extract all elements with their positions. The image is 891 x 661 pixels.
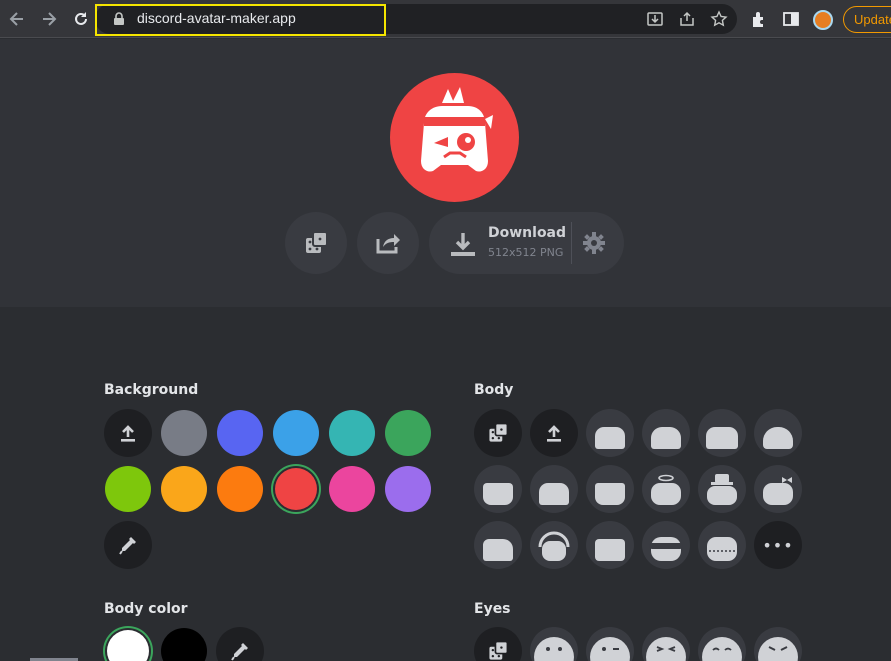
background-color-pink[interactable] (329, 466, 375, 512)
reload-icon[interactable] (71, 9, 91, 29)
share-button[interactable] (357, 212, 419, 274)
eyedropper-icon (119, 537, 136, 555)
background-color-green[interactable] (385, 410, 431, 456)
background-title: Background (104, 382, 199, 398)
dice-icon (306, 231, 328, 253)
randomize-button[interactable] (285, 212, 347, 274)
download-label: Download (488, 225, 567, 241)
body-option[interactable] (474, 521, 522, 569)
background-color-red-selected[interactable] (275, 468, 317, 510)
update-button[interactable]: Update (843, 6, 891, 33)
dice-icon (489, 640, 509, 660)
browser-toolbar: discord-avatar-maker.app Update (0, 0, 891, 38)
background-color-lime[interactable] (105, 466, 151, 512)
upload-icon (547, 425, 561, 442)
body-option-halo[interactable] (642, 465, 690, 513)
body-option[interactable] (698, 409, 746, 457)
background-color-picker-button[interactable] (104, 521, 152, 569)
dice-icon (489, 422, 509, 442)
body-option[interactable] (642, 409, 690, 457)
body-option[interactable] (586, 465, 634, 513)
avatar-preview-section: Download 512x512 PNG (0, 39, 891, 307)
download-separator (571, 222, 572, 264)
background-color-yellow[interactable] (161, 466, 207, 512)
background-color-gray[interactable] (161, 410, 207, 456)
back-icon[interactable] (7, 9, 27, 29)
background-color-blue[interactable] (273, 410, 319, 456)
star-icon[interactable] (710, 10, 728, 28)
avatar-preview (390, 73, 519, 202)
settings-gear-icon[interactable] (583, 232, 605, 254)
body-option[interactable] (586, 409, 634, 457)
install-icon[interactable] (646, 10, 664, 28)
background-upload-button[interactable] (104, 409, 152, 457)
avatar-face-icon (421, 87, 493, 172)
address-bar[interactable]: discord-avatar-maker.app (95, 4, 737, 34)
forward-icon[interactable] (39, 9, 59, 29)
body-color-picker-button[interactable] (216, 627, 264, 661)
app-root: discord-avatar-maker.app Update (0, 0, 891, 661)
body-option-headphones[interactable] (530, 521, 578, 569)
body-color-white-selected[interactable] (107, 630, 149, 661)
body-option[interactable] (474, 465, 522, 513)
share-icon[interactable] (678, 10, 696, 28)
body-color-title: Body color (104, 601, 188, 617)
share-arrow-icon (376, 234, 400, 254)
background-color-blurple[interactable] (217, 410, 263, 456)
download-icon (451, 233, 475, 256)
upload-icon (121, 425, 135, 442)
body-option-bow[interactable] (754, 465, 802, 513)
body-option-visor[interactable] (642, 521, 690, 569)
body-upload-button[interactable] (530, 409, 578, 457)
body-option[interactable] (754, 409, 802, 457)
background-color-orange[interactable] (217, 466, 263, 512)
download-size-label: 512x512 PNG (488, 246, 564, 259)
body-randomize-button[interactable] (474, 409, 522, 457)
eyes-option[interactable] (530, 627, 578, 661)
lock-icon (114, 12, 124, 25)
extensions-icon[interactable] (750, 10, 768, 28)
eyes-title: Eyes (474, 601, 511, 617)
body-option[interactable] (586, 521, 634, 569)
body-option-hat[interactable] (698, 465, 746, 513)
profile-icon[interactable] (813, 10, 833, 30)
body-option-mask[interactable] (698, 521, 746, 569)
eyes-option[interactable] (754, 627, 802, 661)
body-color-black[interactable] (161, 628, 207, 661)
download-button[interactable]: Download 512x512 PNG (429, 212, 624, 274)
eyes-option[interactable] (642, 627, 690, 661)
eyes-randomize-button[interactable] (474, 627, 522, 661)
eyes-option[interactable] (698, 627, 746, 661)
body-more-button[interactable]: ••• (754, 521, 802, 569)
body-title: Body (474, 382, 514, 398)
body-option[interactable] (530, 465, 578, 513)
sidebar-icon[interactable] (782, 10, 800, 28)
background-color-teal[interactable] (329, 410, 375, 456)
eyes-option[interactable] (586, 627, 634, 661)
background-color-purple[interactable] (385, 466, 431, 512)
eyedropper-icon (231, 643, 248, 661)
url-text: discord-avatar-maker.app (137, 10, 296, 26)
